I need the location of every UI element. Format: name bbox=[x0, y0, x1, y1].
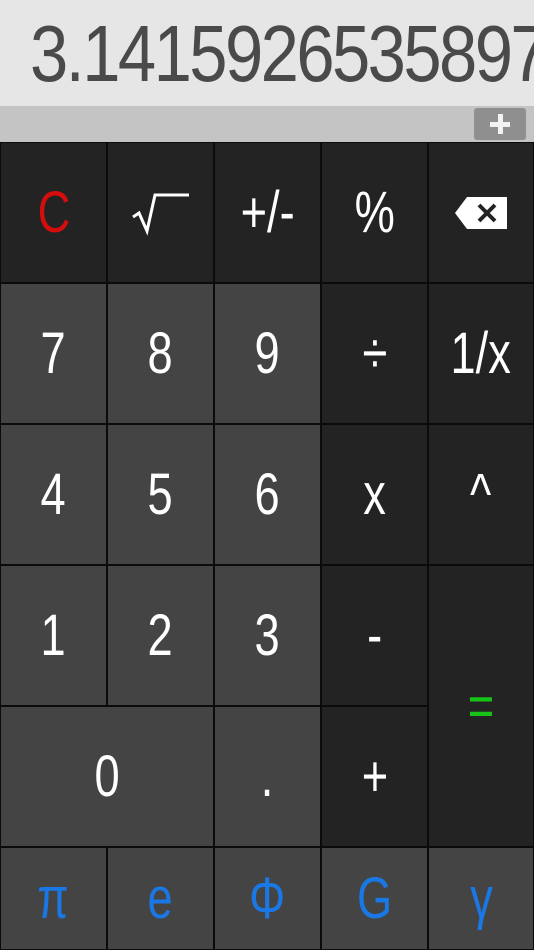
sqrt-icon bbox=[131, 193, 189, 236]
decimal-button[interactable]: . bbox=[214, 706, 321, 847]
phi-constant-button[interactable]: Φ bbox=[214, 847, 321, 950]
digit-label: 6 bbox=[254, 462, 281, 527]
digit-6-button[interactable]: 6 bbox=[214, 424, 321, 565]
keypad: C +/- % 7 8 9 ÷ 1/x 4 5 6 x ^ 1 2 3 - = … bbox=[0, 142, 534, 950]
digit-label: 4 bbox=[40, 462, 67, 527]
backspace-icon bbox=[455, 196, 507, 229]
add-button[interactable] bbox=[474, 108, 526, 140]
digit-label: 1 bbox=[40, 603, 67, 668]
phi-label: Φ bbox=[249, 866, 286, 931]
reciprocal-button[interactable]: 1/x bbox=[428, 283, 534, 424]
plus-button[interactable]: + bbox=[321, 706, 428, 847]
digit-label: 0 bbox=[94, 744, 120, 809]
gamma-constant-button[interactable]: γ bbox=[428, 847, 534, 950]
sqrt-button[interactable] bbox=[107, 142, 214, 283]
display-panel: 3.1415926535897 bbox=[0, 0, 534, 106]
sign-toggle-button[interactable]: +/- bbox=[214, 142, 321, 283]
gravity-constant-button[interactable]: G bbox=[321, 847, 428, 950]
digit-9-button[interactable]: 9 bbox=[214, 283, 321, 424]
digit-0-button[interactable]: 0 bbox=[0, 706, 214, 847]
digit-label: 7 bbox=[40, 321, 67, 386]
digit-2-button[interactable]: 2 bbox=[107, 565, 214, 706]
clear-label: C bbox=[37, 180, 70, 245]
digit-label: 8 bbox=[147, 321, 174, 386]
minus-label: - bbox=[366, 603, 383, 668]
minus-button[interactable]: - bbox=[321, 565, 428, 706]
toolbar-strip bbox=[0, 106, 534, 142]
pi-label: π bbox=[37, 866, 70, 931]
digit-1-button[interactable]: 1 bbox=[0, 565, 107, 706]
digit-7-button[interactable]: 7 bbox=[0, 283, 107, 424]
percent-button[interactable]: % bbox=[321, 142, 428, 283]
divide-button[interactable]: ÷ bbox=[321, 283, 428, 424]
display-value: 3.1415926535897 bbox=[30, 9, 534, 98]
digit-label: 2 bbox=[147, 603, 174, 668]
digit-4-button[interactable]: 4 bbox=[0, 424, 107, 565]
gravity-label: G bbox=[356, 866, 393, 931]
digit-label: 5 bbox=[147, 462, 174, 527]
digit-8-button[interactable]: 8 bbox=[107, 283, 214, 424]
reciprocal-label: 1/x bbox=[450, 321, 512, 386]
digit-5-button[interactable]: 5 bbox=[107, 424, 214, 565]
sign-label: +/- bbox=[240, 180, 295, 245]
pi-constant-button[interactable]: π bbox=[0, 847, 107, 950]
power-label: ^ bbox=[470, 462, 492, 527]
equals-button[interactable]: = bbox=[428, 565, 534, 847]
digit-3-button[interactable]: 3 bbox=[214, 565, 321, 706]
multiply-button[interactable]: x bbox=[321, 424, 428, 565]
euler-constant-button[interactable]: e bbox=[107, 847, 214, 950]
divide-label: ÷ bbox=[362, 321, 387, 386]
power-button[interactable]: ^ bbox=[428, 424, 534, 565]
euler-label: e bbox=[147, 866, 174, 931]
multiply-label: x bbox=[363, 462, 386, 527]
digit-label: 9 bbox=[254, 321, 281, 386]
plus-label: + bbox=[361, 744, 388, 809]
equals-label: = bbox=[467, 673, 495, 739]
backspace-button[interactable] bbox=[428, 142, 534, 283]
gamma-label: γ bbox=[469, 866, 493, 931]
digit-label: 3 bbox=[254, 603, 281, 668]
clear-button[interactable]: C bbox=[0, 142, 107, 283]
decimal-label: . bbox=[261, 744, 274, 809]
percent-label: % bbox=[354, 180, 395, 245]
